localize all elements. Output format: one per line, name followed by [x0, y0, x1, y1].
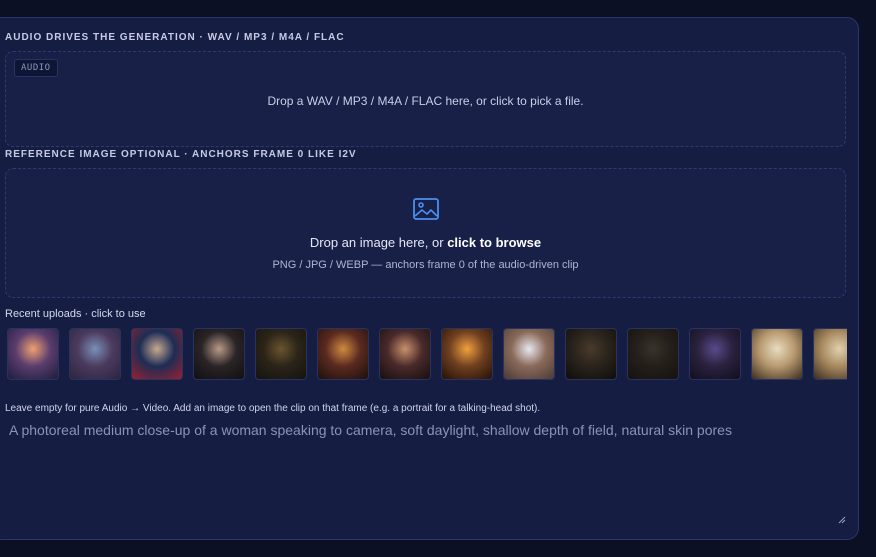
image-dropzone[interactable]: Drop an image here, or click to browse P… [5, 168, 846, 298]
resize-handle-icon[interactable] [838, 516, 846, 524]
thumb-candle-dinner[interactable] [317, 328, 369, 380]
audio-section-label: AUDIO DRIVES THE GENERATION · WAV / MP3 … [5, 32, 345, 43]
recent-uploads-strip [7, 328, 847, 382]
thumb-dark-control-panel[interactable] [565, 328, 617, 380]
thumb-man-suit-red-tie[interactable] [131, 328, 183, 380]
thumb-fire-battle[interactable] [441, 328, 493, 380]
recent-uploads-label: Recent uploads · click to use [5, 308, 146, 320]
image-section-label: REFERENCE IMAGE OPTIONAL · ANCHORS FRAME… [5, 149, 357, 160]
image-dropzone-title-prefix: Drop an image here, or [309, 235, 448, 250]
audio-dropzone[interactable]: AUDIO Drop a WAV / MP3 / M4A / FLAC here… [5, 51, 846, 147]
audio-dropzone-hint: Drop a WAV / MP3 / M4A / FLAC here, or c… [267, 94, 584, 108]
thumb-vintage-card-2[interactable] [813, 328, 847, 380]
image-dropzone-subtitle: PNG / JPG / WEBP — anchors frame 0 of th… [272, 259, 579, 271]
image-dropzone-title: Drop an image here, or click to browse [6, 235, 845, 250]
thumb-fantasy-landscape[interactable] [7, 328, 59, 380]
audio-tag: AUDIO [14, 59, 58, 77]
thumb-man-portrait-dark[interactable] [193, 328, 245, 380]
thumb-werewolf-moon[interactable] [689, 328, 741, 380]
image-icon [413, 198, 439, 220]
prompt-textarea[interactable] [5, 418, 848, 528]
prompt-help-text: Leave empty for pure Audio → Video. Add … [5, 403, 541, 414]
browse-link[interactable]: click to browse [447, 235, 541, 250]
thumb-chef-kitchen[interactable] [503, 328, 555, 380]
thumb-woman-portrait[interactable] [379, 328, 431, 380]
thumb-vintage-card[interactable] [751, 328, 803, 380]
thumb-dark-shelves[interactable] [627, 328, 679, 380]
thumb-steampunk-skull[interactable] [255, 328, 307, 380]
thumb-fairy-figure[interactable] [69, 328, 121, 380]
